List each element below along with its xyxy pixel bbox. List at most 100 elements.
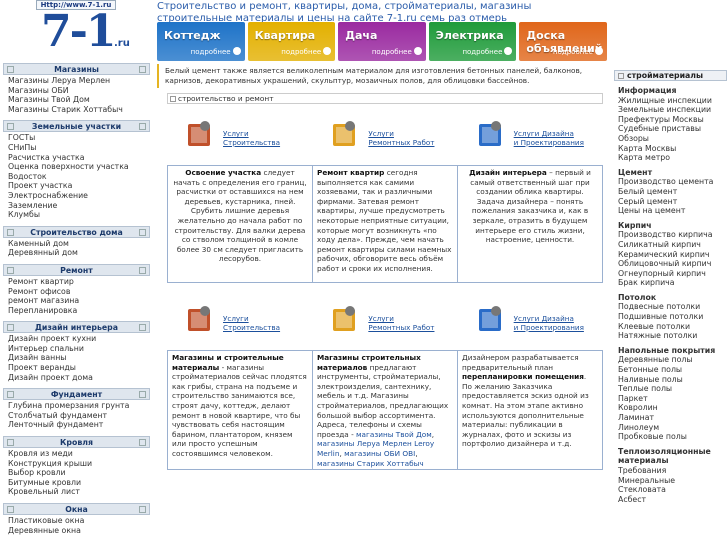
category-item[interactable]: Теплые полы [618,384,727,394]
shop-link[interactable]: магазины Леруа Мерлен [317,439,412,448]
sidebar-item[interactable]: Дизайн проект дома [8,373,150,383]
sidebar-item[interactable]: Магазины Леруа Мерлен [8,76,150,86]
site-logo[interactable]: Http://www.7-1.ru 7-1 .ru [3,0,148,60]
category-item[interactable]: Жилищные инспекции [618,96,727,106]
sidebar-item[interactable]: Ремонт квартир [8,277,150,287]
ad-banner-apartment[interactable]: Квартира подробнее [247,22,336,61]
sidebar-section-header[interactable]: Ремонт [3,263,150,276]
sidebar-item[interactable]: Проект участка [8,181,150,191]
ad-banner-dacha[interactable]: Дача подробнее [338,22,426,61]
sidebar-item[interactable]: Кровля из меди [8,449,150,459]
category-item[interactable]: Подвесные потолки [618,302,727,312]
service-link[interactable]: Услуги Дизайна и Проектирования [458,303,603,350]
sidebar-item[interactable]: Ремонт офисов [8,287,150,297]
category-item[interactable]: Ковролин [618,403,727,413]
sidebar-section-header[interactable]: Фундамент [3,388,150,401]
category-item[interactable]: Цены на цемент [618,206,727,216]
sidebar-item[interactable]: Конструкция крыши [8,459,150,469]
shop-link[interactable]: магазины ОБИ [344,449,400,458]
sidebar-item[interactable]: Столбчатый фундамент [8,411,150,421]
shop-link[interactable]: OBI [402,449,415,458]
service-label[interactable]: Услуги Дизайна и Проектирования [514,129,584,147]
sidebar-item[interactable]: Пластиковые окна [8,516,150,526]
sidebar-item[interactable]: Магазины Старик Хоттабыч [8,105,150,115]
category-item[interactable]: Белый цемент [618,187,727,197]
sidebar-item[interactable]: Деревянный дом [8,248,150,258]
sidebar-item[interactable]: Проект веранды [8,363,150,373]
service-link[interactable]: Услуги Дизайна и Проектирования [458,118,603,165]
sidebar-item[interactable]: Дизайн ванны [8,353,150,363]
service-link[interactable]: Услуги Ремонтных Работ [312,303,457,350]
sidebar-section-header[interactable]: Окна [3,503,150,515]
sidebar-item[interactable]: Магазины ОБИ [8,86,150,96]
category-item[interactable]: Пробковые полы [618,432,727,442]
ad-banner-electric[interactable]: Электрика подробнее [428,22,517,61]
sidebar-item[interactable]: ремонт магазина [8,296,150,306]
sidebar-item[interactable]: Заземление [8,201,150,211]
sidebar-section-header[interactable]: Дизайн интерьера [3,321,150,334]
category-item[interactable]: Огнеупорный кирпич [618,269,727,279]
sidebar-item[interactable]: Расчистка участка [8,153,150,163]
category-item[interactable]: Клеевые потолки [618,322,727,332]
shop-link[interactable]: магазины Старик Хоттабыч [317,459,424,468]
category-item[interactable]: Карта Москвы [618,144,727,154]
category-item[interactable]: Серый цемент [618,197,727,207]
sidebar-section-header[interactable]: Земельные участки [3,120,150,133]
ad-banner-board[interactable]: Доска объявлений подробнее [519,22,607,61]
category-item[interactable]: Керамический кирпич [618,250,727,260]
category-item[interactable]: Минеральные [618,476,727,486]
category-item[interactable]: Наливные полы [618,375,727,385]
sidebar-section-header[interactable]: Кровля [3,436,150,449]
service-label[interactable]: Услуги Строительства [223,314,280,332]
sidebar-item[interactable]: СНиПы [8,143,150,153]
sidebar-item[interactable]: Ленточный фундамент [8,420,150,430]
service-link[interactable]: Услуги Ремонтных Работ [312,118,457,165]
category-item[interactable]: Подшивные потолки [618,312,727,322]
service-label[interactable]: Услуги Дизайна и Проектирования [514,314,584,332]
category-item[interactable]: Земельные инспекции [618,105,727,115]
sidebar-item[interactable]: Оценка поверхности участка [8,162,150,172]
service-link[interactable]: Услуги Строительства [167,118,312,165]
service-label[interactable]: Услуги Ремонтных Работ [368,314,434,332]
sidebar-item[interactable]: Выбор кровли [8,468,150,478]
category-item[interactable]: Судебные приставы [618,124,727,134]
sidebar-section-header[interactable]: Строительство дома [3,225,150,238]
category-item[interactable]: Асбест [618,495,727,505]
sidebar-item[interactable]: Битумные кровли [8,478,150,488]
category-item[interactable]: Префектуры Москвы [618,115,727,125]
sidebar-item[interactable]: Перепланировка [8,306,150,316]
sidebar-item[interactable]: ГОСТы [8,133,150,143]
service-label[interactable]: Услуги Ремонтных Работ [368,129,434,147]
ad-banner-cottage[interactable]: Коттедж подробнее [157,22,245,61]
right-sidebar-header[interactable]: стройматериалы [614,70,727,81]
sidebar-item[interactable]: Глубина промерзания грунта [8,401,150,411]
shop-link[interactable]: магазины Твой Дом [356,430,432,439]
category-item[interactable]: Силикатный кирпич [618,240,727,250]
service-link[interactable]: Услуги Строительства [167,303,312,350]
category-item[interactable]: Деревянные полы [618,355,727,365]
category-item[interactable]: Обзоры [618,134,727,144]
sidebar-item[interactable]: Интерьер спальни [8,344,150,354]
category-item[interactable]: Производство цемента [618,177,727,187]
sidebar-item[interactable]: Деревянные окна [8,526,150,536]
category-item[interactable]: Бетонные полы [618,365,727,375]
sidebar-item[interactable]: Кровельный лист [8,487,150,497]
category-item[interactable]: Ламинат [618,413,727,423]
category-item[interactable]: Производство кирпича [618,230,727,240]
service-label[interactable]: Услуги Строительства [223,129,280,147]
category-item[interactable]: Линолеум [618,423,727,433]
sidebar-section-header[interactable]: Магазины [3,63,150,75]
category-item[interactable]: Паркет [618,394,727,404]
sidebar-item[interactable]: Клумбы [8,210,150,220]
category-item[interactable]: Карта метро [618,153,727,163]
category-item[interactable]: Стекловата [618,485,727,495]
category-item[interactable]: Требования [618,466,727,476]
category-item[interactable]: Натяжные потолки [618,331,727,341]
category-item[interactable]: Брак кирпича [618,278,727,288]
sidebar-item[interactable]: Каменный дом [8,239,150,249]
category-item[interactable]: Облицовочный кирпич [618,259,727,269]
sidebar-item[interactable]: Дизайн проект кухни [8,334,150,344]
sidebar-item[interactable]: Магазины Твой Дом [8,95,150,105]
sidebar-item[interactable]: Электроснабжение [8,191,150,201]
sidebar-item[interactable]: Водосток [8,172,150,182]
